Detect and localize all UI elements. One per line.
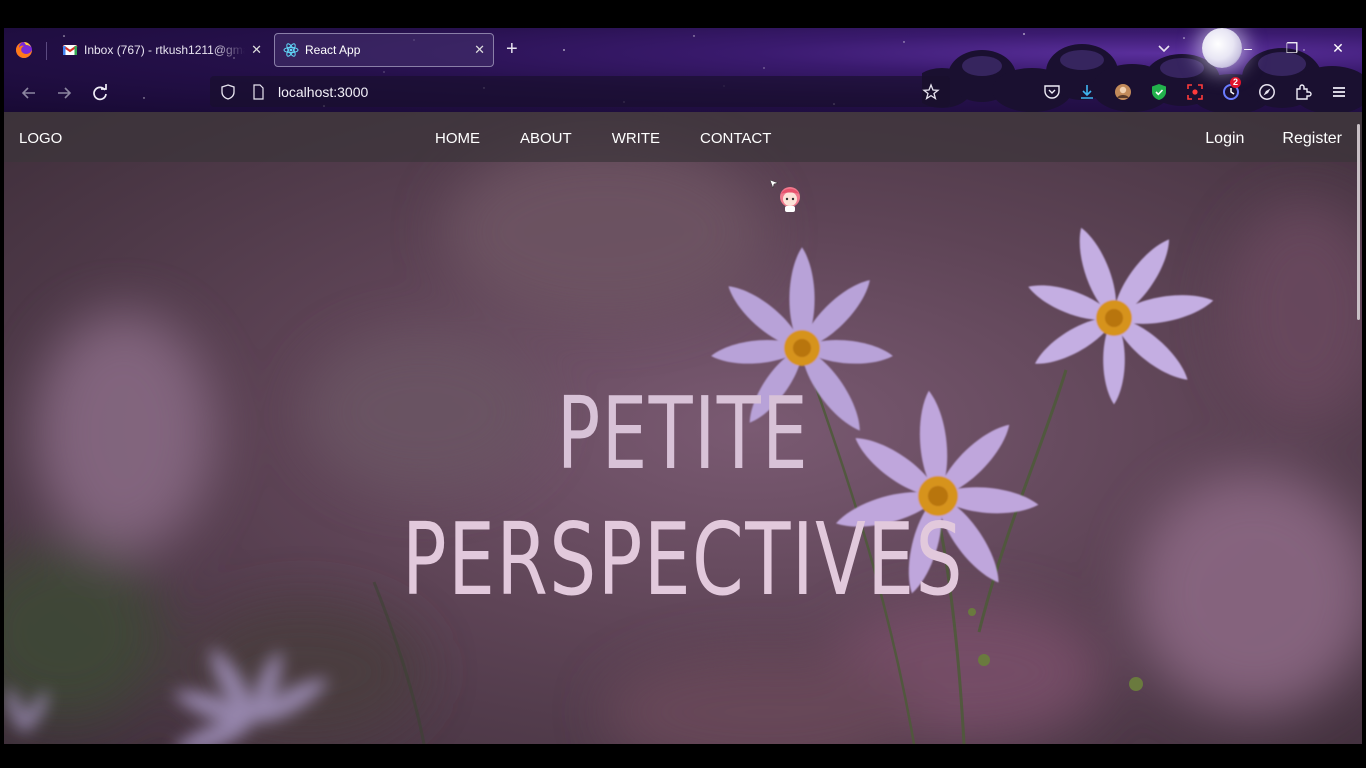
hero-title-line-2: PERSPECTIVES xyxy=(402,501,964,618)
extensions-puzzle-icon[interactable] xyxy=(1294,83,1312,101)
page-icon[interactable] xyxy=(250,83,266,100)
nav-about[interactable]: ABOUT xyxy=(520,130,572,147)
register-link[interactable]: Register xyxy=(1282,130,1342,148)
minimize-button[interactable]: – xyxy=(1238,38,1258,58)
screen-top-border xyxy=(0,0,1366,28)
tab-react-app[interactable]: React App ✕ xyxy=(274,33,494,67)
chevron-down-icon[interactable] xyxy=(1156,40,1172,56)
close-window-button[interactable]: ✕ xyxy=(1328,38,1348,58)
navigation-toolbar: localhost:3000 2 xyxy=(4,72,1362,112)
bookmark-star-icon[interactable] xyxy=(922,82,940,101)
avatar-extension-icon[interactable] xyxy=(1114,83,1132,101)
address-bar[interactable]: localhost:3000 xyxy=(210,76,950,107)
reload-icon[interactable] xyxy=(89,82,111,104)
auth-links: Login Register xyxy=(1167,130,1342,148)
nav-write[interactable]: WRITE xyxy=(612,130,660,147)
tab-title: React App xyxy=(305,43,361,57)
restore-button[interactable]: ❐ xyxy=(1282,38,1302,58)
nav-home[interactable]: HOME xyxy=(435,130,480,147)
site-navbar: LOGO HOME ABOUT WRITE CONTACT Login Regi… xyxy=(4,112,1362,162)
tab-inbox[interactable]: Inbox (767) - rtkush1211@gmai ✕ xyxy=(54,33,270,67)
screen-right-border xyxy=(1362,28,1366,744)
adblock-shield-icon[interactable] xyxy=(1150,83,1168,101)
nav-contact[interactable]: CONTACT xyxy=(700,130,771,147)
page-content: LOGO HOME ABOUT WRITE CONTACT Login Regi… xyxy=(4,112,1362,744)
hero-title-line-1: PETITE xyxy=(556,375,810,492)
browser-chrome: Inbox (767) - rtkush1211@gmai ✕ React Ap… xyxy=(4,28,1362,112)
screen-bottom-border xyxy=(0,744,1366,768)
firefox-icon[interactable] xyxy=(14,40,34,60)
url-text[interactable]: localhost:3000 xyxy=(278,84,922,100)
screenshot-icon[interactable] xyxy=(1186,83,1204,101)
pocket-icon[interactable] xyxy=(1043,83,1061,101)
close-tab-icon[interactable]: ✕ xyxy=(251,42,262,58)
tab-title: Inbox (767) - rtkush1211@gmai xyxy=(84,43,246,57)
forward-arrow-icon[interactable] xyxy=(53,82,75,104)
gmail-icon xyxy=(62,45,78,55)
main-menu: HOME ABOUT WRITE CONTACT xyxy=(435,130,811,147)
compass-icon[interactable] xyxy=(1258,83,1276,101)
shield-icon[interactable] xyxy=(220,83,236,100)
menu-hamburger-icon[interactable] xyxy=(1330,83,1348,101)
close-tab-icon[interactable]: ✕ xyxy=(474,42,485,58)
new-tab-button[interactable]: + xyxy=(506,39,518,59)
extension-badge: 2 xyxy=(1230,77,1242,88)
login-link[interactable]: Login xyxy=(1205,130,1244,148)
back-arrow-icon[interactable] xyxy=(18,82,40,104)
site-logo[interactable]: LOGO xyxy=(19,130,62,147)
download-icon[interactable] xyxy=(1078,83,1096,101)
tab-separator xyxy=(46,42,47,60)
tab-bar: Inbox (767) - rtkush1211@gmai ✕ React Ap… xyxy=(4,28,1362,72)
chibi-pet-icon xyxy=(780,187,800,212)
scrollbar-thumb[interactable] xyxy=(1357,124,1360,320)
react-icon xyxy=(283,43,299,57)
